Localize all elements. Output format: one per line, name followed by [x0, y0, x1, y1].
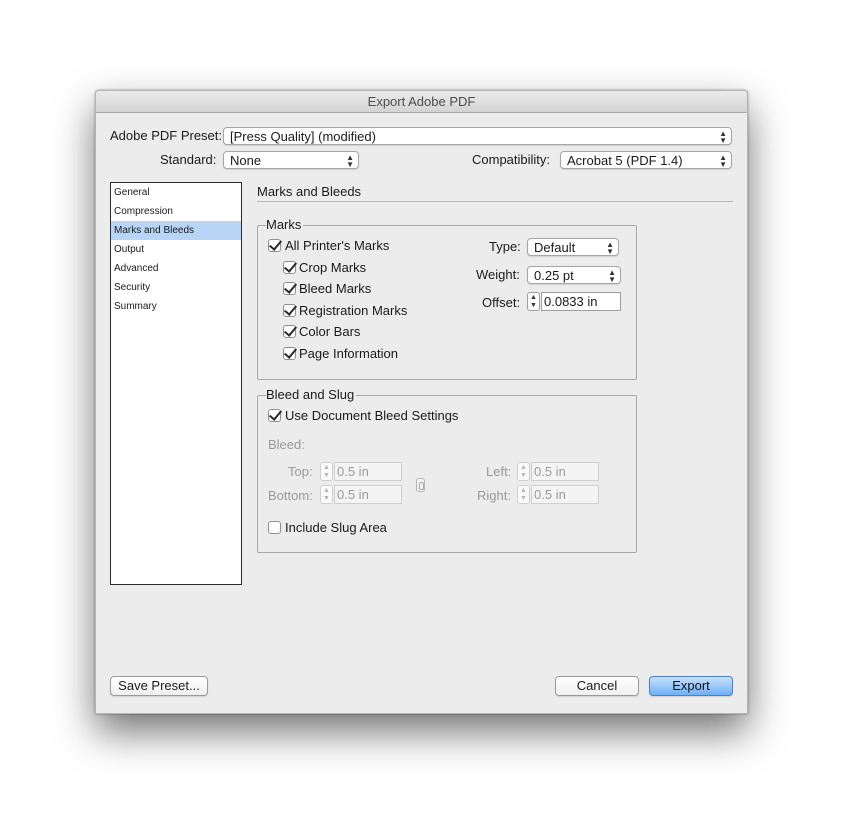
standard-value: None	[230, 153, 262, 168]
all-printers-marks-label: All Printer's Marks	[285, 238, 390, 253]
compatibility-select[interactable]: Acrobat 5 (PDF 1.4) ▲ ▼	[560, 151, 732, 169]
registration-marks-label: Registration Marks	[299, 303, 408, 318]
bleed-marks-checkbox[interactable]	[283, 282, 296, 295]
page-information-label: Page Information	[299, 346, 399, 361]
marks-group-title: Marks	[266, 217, 304, 232]
top-label: Top:	[288, 464, 313, 479]
offset-label: Offset:	[482, 295, 521, 310]
color-bars-label: Color Bars	[299, 324, 361, 339]
right-field[interactable]: 0.5 in	[531, 485, 599, 504]
weight-select[interactable]: 0.25 pt ▲ ▼	[527, 266, 621, 284]
bottom-stepper[interactable]: ▲ ▼	[320, 485, 333, 504]
category-list: General Compression Marks and Bleeds Out…	[110, 182, 242, 585]
save-preset-button[interactable]: Save Preset...	[110, 676, 208, 696]
left-label: Left:	[486, 464, 512, 479]
crop-marks-label: Crop Marks	[299, 260, 367, 275]
offset-field[interactable]: 0.0833 in	[541, 292, 621, 311]
preset-select[interactable]: [Press Quality] (modified) ▲ ▼	[223, 127, 732, 145]
bleed-label: Bleed:	[268, 437, 305, 452]
crop-marks-checkbox[interactable]	[283, 261, 296, 274]
bleed-marks-label: Bleed Marks	[299, 281, 372, 296]
use-document-bleed-label: Use Document Bleed Settings	[285, 408, 459, 423]
chevron-updown-icon: ▲ ▼	[346, 153, 354, 169]
right-label: Right:	[477, 488, 511, 503]
section-divider	[257, 201, 733, 202]
all-printers-marks-checkbox[interactable]	[268, 239, 281, 252]
preset-value: [Press Quality] (modified)	[230, 129, 376, 144]
section-title: Marks and Bleeds	[257, 184, 362, 199]
bottom-field[interactable]: 0.5 in	[334, 485, 402, 504]
compatibility-value: Acrobat 5 (PDF 1.4)	[567, 153, 683, 168]
use-document-bleed-checkbox[interactable]	[268, 409, 281, 422]
sidebar-item-output[interactable]: Output	[111, 240, 241, 259]
sidebar-item-summary[interactable]: Summary	[111, 297, 241, 316]
sidebar-item-security[interactable]: Security	[111, 278, 241, 297]
chevron-updown-icon: ▲ ▼	[606, 240, 614, 256]
top-field[interactable]: 0.5 in	[334, 462, 402, 481]
bottom-label: Bottom:	[268, 488, 313, 503]
link-chain-icon[interactable]	[416, 478, 425, 492]
compatibility-label: Compatibility:	[472, 152, 551, 167]
sidebar-item-compression[interactable]: Compression	[111, 202, 241, 221]
sidebar-item-marks-and-bleeds[interactable]: Marks and Bleeds	[111, 221, 241, 240]
cancel-button[interactable]: Cancel	[555, 676, 639, 696]
sidebar-item-general[interactable]: General	[111, 183, 241, 202]
left-stepper[interactable]: ▲ ▼	[517, 462, 530, 481]
sidebar-item-advanced[interactable]: Advanced	[111, 259, 241, 278]
type-label: Type:	[489, 239, 521, 254]
page-information-checkbox[interactable]	[283, 347, 296, 360]
registration-marks-checkbox[interactable]	[283, 304, 296, 317]
export-button[interactable]: Export	[649, 676, 733, 696]
weight-label: Weight:	[476, 267, 520, 282]
preset-label: Adobe PDF Preset:	[110, 128, 222, 143]
chevron-updown-icon: ▲ ▼	[608, 268, 616, 284]
type-value: Default	[534, 240, 576, 255]
chevron-updown-icon: ▲ ▼	[719, 153, 727, 169]
standard-label: Standard:	[160, 152, 217, 167]
chevron-updown-icon: ▲ ▼	[719, 129, 727, 145]
right-stepper[interactable]: ▲ ▼	[517, 485, 530, 504]
top-stepper[interactable]: ▲ ▼	[320, 462, 333, 481]
weight-value: 0.25 pt	[534, 268, 574, 283]
color-bars-checkbox[interactable]	[283, 325, 296, 338]
standard-select[interactable]: None ▲ ▼	[223, 151, 359, 169]
export-pdf-dialog: Export Adobe PDF Adobe PDF Preset: [Pres…	[95, 90, 748, 714]
offset-stepper[interactable]: ▲ ▼	[527, 292, 540, 311]
include-slug-checkbox[interactable]	[268, 521, 281, 534]
type-select[interactable]: Default ▲ ▼	[527, 238, 619, 256]
left-field[interactable]: 0.5 in	[531, 462, 599, 481]
window-title: Export Adobe PDF	[96, 91, 747, 113]
include-slug-label: Include Slug Area	[285, 520, 387, 535]
bleed-slug-group-title: Bleed and Slug	[266, 387, 357, 402]
